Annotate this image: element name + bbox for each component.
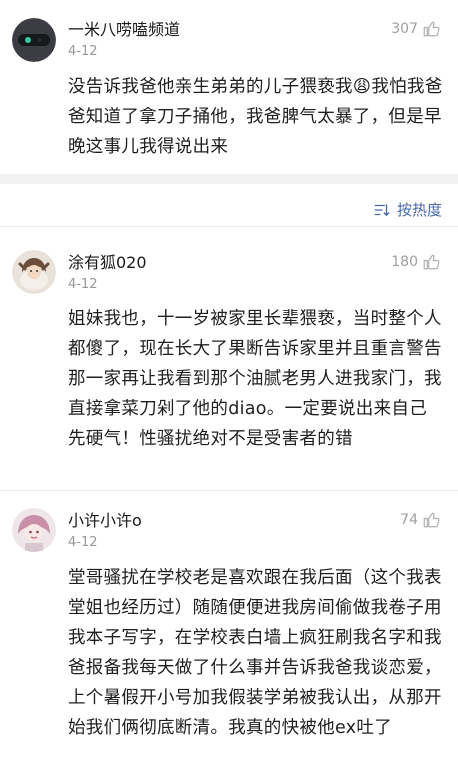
comment-date: 4-12 (68, 277, 98, 292)
avatar-image-3 (12, 508, 56, 552)
avatar[interactable] (12, 250, 56, 294)
comment-text: 堂哥骚扰在学校老是喜欢跟在我后面（这个我表堂姐也经历过）随随便便进我房间偷做我卷… (68, 568, 442, 738)
like-count: 74 (400, 512, 418, 528)
avatar[interactable] (12, 18, 56, 62)
thumbs-up-icon (423, 21, 440, 37)
like-count: 307 (391, 21, 418, 37)
sort-icon (374, 203, 390, 216)
username[interactable]: 一米八唠嗑频道 (68, 20, 180, 40)
divider-line (0, 490, 458, 491)
comment-date: 4-12 (68, 44, 98, 59)
comment-text: 没告诉我爸他亲生弟弟的儿子猥亵我😩我怕我爸爸知道了拿刀子捅他，我爸脾气太暴了，但… (68, 77, 443, 157)
thumbs-up-icon (423, 254, 440, 270)
thumbs-up-icon (423, 512, 440, 528)
like-count: 180 (391, 254, 418, 270)
username[interactable]: 小许小许o (68, 511, 142, 531)
comment-text: 姐妹我也，十一岁被家里长辈猥亵，当时整个人都傻了，现在长大了果断告诉家里并且重言… (68, 309, 442, 449)
avatar[interactable] (12, 508, 56, 552)
username[interactable]: 涂有狐020 (68, 253, 147, 273)
like-button[interactable]: 180 (391, 253, 440, 271)
section-divider (0, 174, 458, 184)
like-button[interactable]: 307 (391, 20, 440, 38)
divider-line (0, 226, 458, 227)
sort-label: 按热度 (396, 201, 442, 219)
comment-date: 4-12 (68, 535, 98, 550)
sort-toggle[interactable]: 按热度 (373, 199, 442, 220)
avatar-image-2 (12, 250, 56, 294)
avatar-image-1 (12, 18, 56, 62)
like-button[interactable]: 74 (400, 511, 440, 529)
